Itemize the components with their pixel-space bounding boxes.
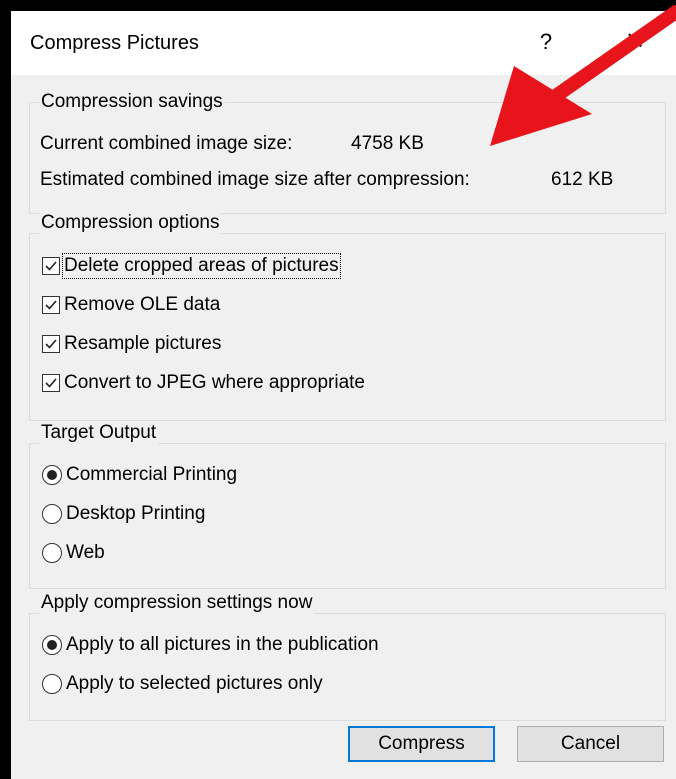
option-label: Apply to all pictures in the publication (66, 634, 379, 655)
apply-to-all-radio[interactable]: Apply to all pictures in the publication (42, 631, 379, 659)
radio-circle (42, 674, 62, 694)
dialog-title: Compress Pictures (30, 32, 199, 54)
current-size-value: 4758 KB (351, 133, 424, 154)
estimated-size-label: Estimated combined image size after comp… (40, 169, 470, 190)
radio-circle (42, 635, 62, 655)
arrow-shaft (543, 5, 676, 107)
option-label: Convert to JPEG where appropriate (64, 372, 365, 393)
checkmark-icon (45, 339, 57, 349)
checkbox-box (42, 335, 60, 353)
option-label: Commercial Printing (66, 464, 238, 485)
radio-circle (42, 543, 62, 563)
checkmark-icon (45, 378, 57, 388)
radio-circle (42, 465, 62, 485)
apply-to-selected-radio[interactable]: Apply to selected pictures only (42, 670, 323, 698)
red-arrow-annotation (490, 5, 676, 146)
option-label: Resample pictures (64, 333, 222, 354)
radio-selected-dot (47, 470, 57, 480)
desktop-printing-radio[interactable]: Desktop Printing (42, 500, 205, 528)
compression-options-title: Compression options (39, 212, 222, 234)
checkmark-icon (45, 300, 57, 310)
option-label: Web (66, 542, 105, 563)
checkbox-box (42, 257, 60, 275)
radio-circle (42, 504, 62, 524)
option-label: Remove OLE data (64, 294, 221, 315)
commercial-printing-radio[interactable]: Commercial Printing (42, 461, 237, 489)
checkbox-box (42, 296, 60, 314)
apply-settings-title: Apply compression settings now (39, 592, 315, 614)
resample-pictures-checkbox[interactable]: Resample pictures (42, 330, 221, 358)
current-size-label: Current combined image size: (40, 133, 293, 154)
cancel-button[interactable]: Cancel (517, 726, 664, 762)
option-label: Desktop Printing (66, 503, 206, 524)
compress-button[interactable]: Compress (348, 726, 495, 762)
web-radio[interactable]: Web (42, 539, 105, 567)
checkmark-icon (45, 261, 57, 271)
compression-savings-title: Compression savings (39, 91, 225, 113)
apply-settings-group (29, 613, 666, 721)
option-label: Apply to selected pictures only (66, 673, 323, 694)
checkbox-box (42, 374, 60, 392)
delete-cropped-areas-checkbox[interactable]: Delete cropped areas of pictures (42, 252, 341, 280)
remove-ole-data-checkbox[interactable]: Remove OLE data (42, 291, 220, 319)
target-output-title: Target Output (39, 422, 159, 444)
option-label: Delete cropped areas of pictures (62, 253, 341, 279)
estimated-size-value: 612 KB (551, 169, 614, 190)
radio-selected-dot (47, 640, 57, 650)
convert-to-jpeg-checkbox[interactable]: Convert to JPEG where appropriate (42, 369, 365, 397)
